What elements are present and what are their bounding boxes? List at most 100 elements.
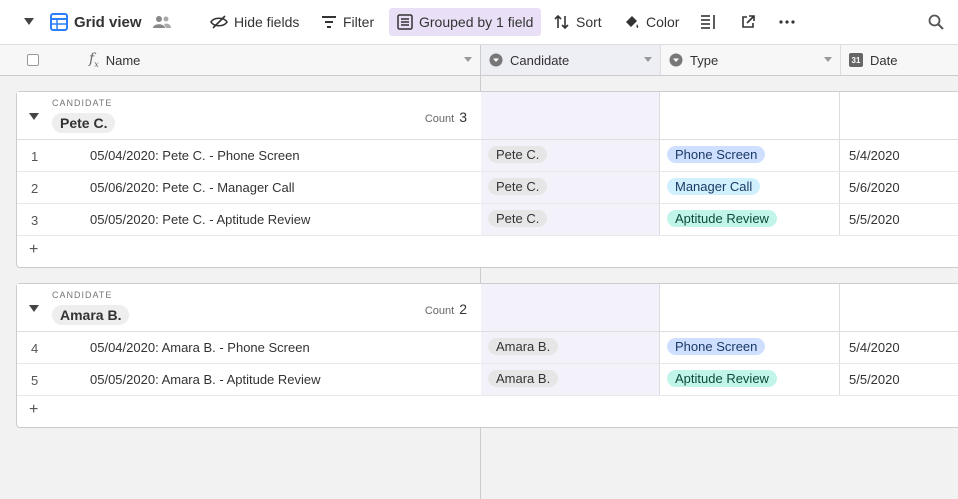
views-toggle-icon[interactable] [24,18,34,25]
date-cell[interactable]: 5/4/2020 [849,148,900,163]
chevron-down-icon[interactable] [824,57,832,62]
group-value: Pete C. [52,113,116,133]
candidate-pill: Amara B. [488,338,559,355]
group-header-fields [481,284,958,332]
paint-bucket-icon [626,16,639,28]
select-all-checkbox[interactable] [27,54,39,66]
hide-fields-label: Hide fields [234,14,300,30]
more-options-button[interactable] [771,8,803,36]
group-candidate-cell [481,284,660,331]
group-amara: CANDIDATE Amara B. Count 2 4 05/04/2020: A… [16,283,481,428]
table-row[interactable]: 3 05/05/2020: Pete C. - Aptitude Review [17,204,481,236]
column-type-label: Type [690,52,719,68]
add-row-area[interactable] [481,396,958,427]
date-cell[interactable]: 5/6/2020 [849,180,900,195]
column-header-candidate[interactable]: Candidate [481,45,661,75]
candidate-cell[interactable]: Pete C. [481,204,660,235]
share-view-button[interactable] [733,8,763,36]
type-cell[interactable]: Phone Screen [660,332,840,363]
column-header-row: fx Name Candidate Type 31 Date [0,45,958,76]
column-name-label: Name [105,52,141,68]
filter-label: Filter [343,14,375,30]
collapse-group-icon[interactable] [29,113,39,120]
hide-fields-button[interactable]: Hide fields [202,8,307,36]
type-cell[interactable]: Phone Screen [660,140,840,171]
row-name[interactable]: 05/05/2020: Amara B. - Aptitude Review [90,372,321,387]
candidate-cell[interactable]: Pete C. [481,140,660,171]
add-row-button[interactable]: + [17,396,481,427]
candidate-pill: Amara B. [488,370,559,387]
table-row[interactable]: 4 05/04/2020: Amara B. - Phone Screen [17,332,481,364]
filter-button[interactable]: Filter [313,8,382,36]
group-icon [397,14,413,30]
row-name[interactable]: 05/06/2020: Pete C. - Manager Call [90,180,295,195]
add-row-button[interactable]: + [17,236,481,267]
type-cell[interactable]: Manager Call [660,172,840,203]
row-number: 4 [31,341,39,356]
row-name[interactable]: 05/05/2020: Pete C. - Aptitude Review [90,212,310,227]
group-candidate-cell [481,92,660,139]
candidate-cell[interactable]: Amara B. [481,364,660,395]
search-icon [928,14,944,30]
type-pill: Phone Screen [667,338,766,355]
group-count-value: 3 [459,109,467,125]
calendar-icon: 31 [849,53,863,67]
filter-icon [322,16,336,28]
column-header-date[interactable]: 31 Date [841,45,958,75]
collapse-group-icon[interactable] [29,305,39,312]
table-row[interactable]: 1 05/04/2020: Pete C. - Phone Screen [17,140,481,172]
group-type-cell [660,284,840,331]
candidate-cell[interactable]: Pete C. [481,172,660,203]
group-count-value: 2 [459,301,467,317]
row-height-button[interactable] [692,8,724,36]
candidate-pill: Pete C. [488,146,548,163]
row-number: 5 [31,373,39,388]
table-row-fields[interactable]: Pete C. Manager Call 5/6/2020 [481,172,958,204]
plus-icon: + [29,241,39,258]
grid-icon [50,13,68,31]
row-height-icon [701,15,715,29]
people-icon [153,16,171,28]
table-row[interactable]: 2 05/06/2020: Pete C. - Manager Call [17,172,481,204]
row-name[interactable]: 05/04/2020: Pete C. - Phone Screen [90,148,300,163]
collaborators-button[interactable] [144,8,180,36]
table-row-fields[interactable]: Amara B. Phone Screen 5/4/2020 [481,332,958,364]
chevron-down-icon[interactable] [644,57,652,62]
table-row[interactable]: 5 05/05/2020: Amara B. - Aptitude Review [17,364,481,396]
candidate-cell[interactable]: Amara B. [481,332,660,363]
group-button[interactable]: Grouped by 1 field [389,8,542,36]
date-cell[interactable]: 5/4/2020 [849,340,900,355]
view-name-label: Grid view [74,13,142,31]
group-header: CANDIDATE Amara B. Count 2 [17,284,481,332]
row-number: 1 [31,149,39,164]
color-button[interactable]: Color [616,8,687,36]
column-header-type[interactable]: Type [661,45,841,75]
type-cell[interactable]: Aptitude Review [660,204,840,235]
add-row-area[interactable] [481,236,958,267]
formula-icon: fx [89,51,99,69]
group-count: Count 2 [425,301,467,317]
toolbar: Grid view Hide fields Filter Grouped by … [0,0,958,45]
color-label: Color [646,14,680,30]
view-name-button[interactable]: Grid view [42,8,150,36]
search-button[interactable] [920,8,952,36]
sort-button[interactable]: Sort [546,8,610,36]
date-cell[interactable]: 5/5/2020 [849,212,900,227]
row-name[interactable]: 05/04/2020: Amara B. - Phone Screen [90,340,310,355]
group-pete-fields: Pete C. Phone Screen 5/4/2020 Pete C. Ma… [481,91,958,268]
date-cell[interactable]: 5/5/2020 [849,372,900,387]
table-row-fields[interactable]: Pete C. Phone Screen 5/4/2020 [481,140,958,172]
group-type-cell [660,92,840,139]
group-count-label: Count [424,113,455,125]
type-cell[interactable]: Aptitude Review [660,364,840,395]
single-select-icon [489,53,503,67]
type-pill: Aptitude Review [667,370,777,387]
type-pill: Manager Call [667,178,761,195]
chevron-down-icon[interactable] [464,57,472,62]
table-row-fields[interactable]: Amara B. Aptitude Review 5/5/2020 [481,364,958,396]
table-row-fields[interactable]: Pete C. Aptitude Review 5/5/2020 [481,204,958,236]
column-candidate-label: Candidate [510,52,570,68]
candidate-pill: Pete C. [488,210,548,227]
row-number: 3 [31,213,39,228]
column-header-name[interactable]: fx Name [81,45,481,75]
